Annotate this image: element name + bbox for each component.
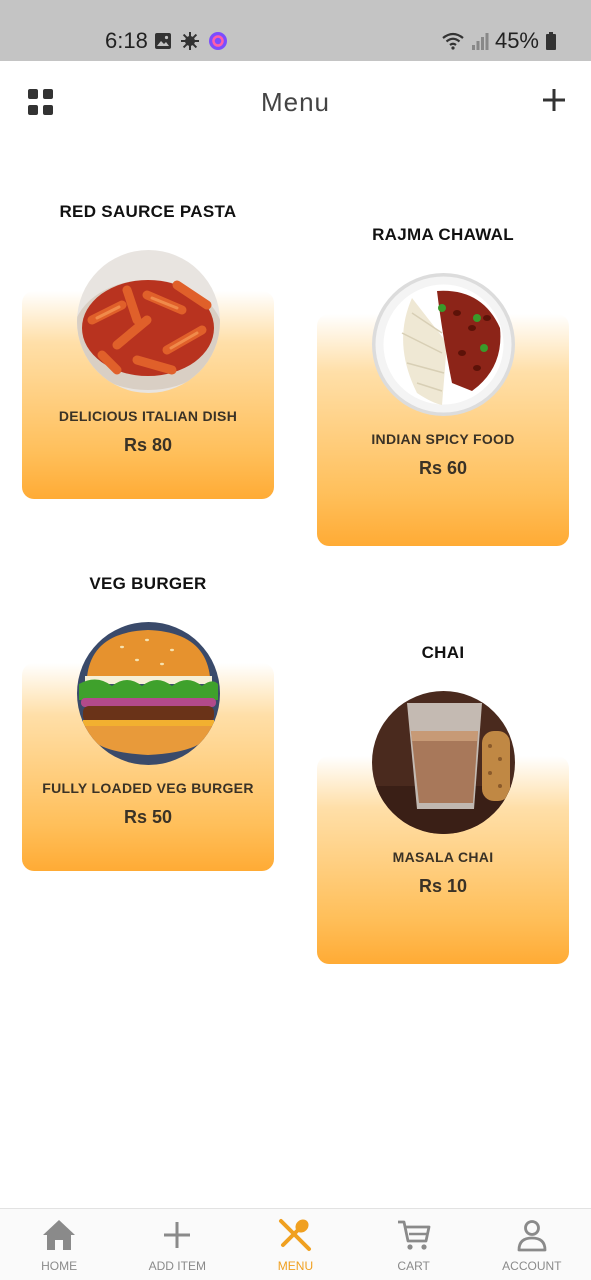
- nav-label: MENU: [277, 1259, 314, 1273]
- nav-menu[interactable]: MENU: [236, 1209, 354, 1280]
- status-bar: 6:18 45%: [0, 0, 591, 61]
- menu-card-pasta[interactable]: RED SAURCE PASTA DELICIOUS ITALIAN DISH …: [22, 195, 274, 499]
- app-notification-icon: [209, 32, 227, 50]
- card-title: RED SAURCE PASTA: [59, 202, 237, 221]
- fork-spoon-icon: [279, 1219, 312, 1251]
- card-description: MASALA CHAI: [392, 849, 494, 865]
- card-description: FULLY LOADED VEG BURGER: [42, 780, 254, 796]
- nav-account[interactable]: ACCOUNT: [473, 1209, 591, 1280]
- card-price: Rs 80: [123, 435, 173, 455]
- nav-home[interactable]: HOME: [0, 1209, 118, 1280]
- card-price: Rs 10: [418, 876, 468, 896]
- card-title: CHAI: [421, 643, 465, 662]
- status-time: 6:18: [105, 28, 148, 53]
- cart-icon: [397, 1220, 431, 1250]
- veg-burger-image: [77, 622, 220, 765]
- battery-percent: 45%: [494, 28, 539, 53]
- card-description: INDIAN SPICY FOOD: [371, 431, 515, 447]
- menu-card-burger[interactable]: VEG BURGER FULLY LOADED VEG BURGER Rs 50: [22, 567, 274, 871]
- card-title: RAJMA CHAWAL: [372, 225, 514, 244]
- menu-card-rajma[interactable]: RAJMA CHAWAL INDIAN SPICY FOOD Rs 60: [317, 218, 569, 546]
- menu-card-chai[interactable]: CHAI MASALA CHAI Rs 10: [317, 636, 569, 964]
- app-bar: Menu: [0, 61, 591, 143]
- card-price: Rs 60: [418, 458, 468, 478]
- card-description: DELICIOUS ITALIAN DISH: [58, 408, 238, 424]
- card-price: Rs 50: [123, 807, 173, 827]
- status-notification-icons: [154, 31, 228, 51]
- rajma-chawal-image: [372, 273, 515, 416]
- settings-notification-icon: [181, 32, 199, 50]
- pasta-image: [77, 250, 220, 393]
- bottom-navigation: HOME ADD ITEM MENU CART ACCOUNT: [0, 1208, 591, 1280]
- nav-label: CART: [397, 1259, 430, 1273]
- page-title: Menu: [260, 87, 331, 117]
- card-title: VEG BURGER: [89, 574, 207, 593]
- signal-icon: [471, 33, 489, 50]
- nav-add-item[interactable]: ADD ITEM: [118, 1209, 236, 1280]
- plus-icon: [164, 1222, 191, 1248]
- image-notification-icon: [155, 33, 171, 49]
- nav-label: ADD ITEM: [148, 1259, 206, 1273]
- wifi-icon: [442, 32, 464, 50]
- add-icon[interactable]: [541, 87, 567, 113]
- home-icon: [43, 1220, 76, 1250]
- chai-image: [372, 691, 515, 834]
- nav-label: ACCOUNT: [502, 1259, 562, 1273]
- person-icon: [517, 1220, 547, 1252]
- status-system-icons: 45%: [441, 28, 557, 54]
- nav-label: HOME: [41, 1259, 78, 1273]
- battery-icon: [546, 32, 556, 50]
- nav-cart[interactable]: CART: [355, 1209, 473, 1280]
